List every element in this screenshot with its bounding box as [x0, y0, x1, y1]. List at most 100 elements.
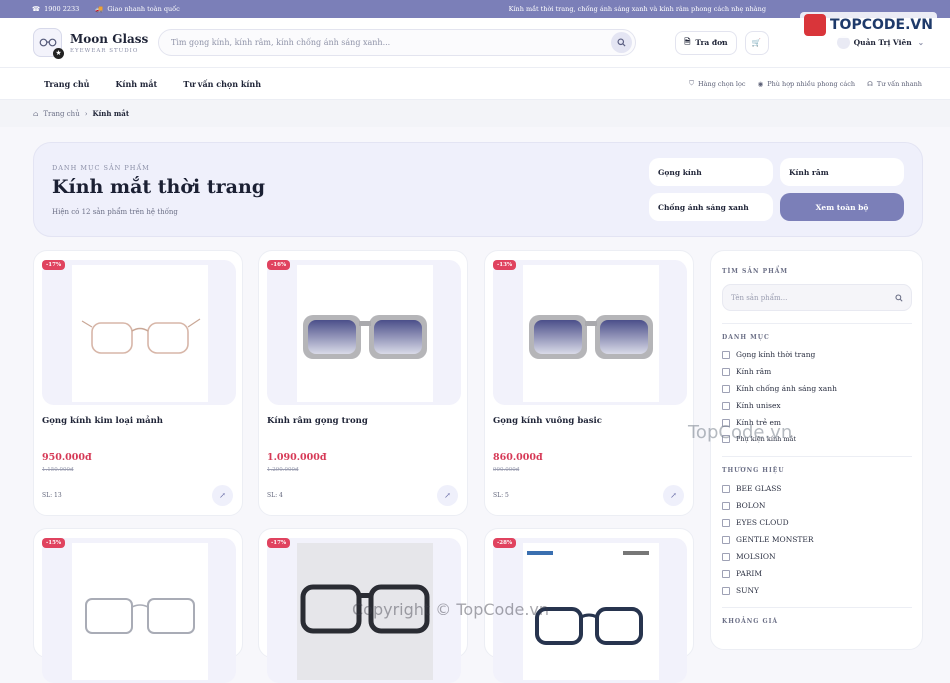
headset-icon: ☊: [867, 79, 873, 88]
filter-bluelight-button[interactable]: Chống ánh sáng xanh: [649, 193, 773, 221]
category-checkbox[interactable]: Kính chống ánh sáng xanh: [722, 384, 837, 393]
nav-item-consult[interactable]: Tư vấn chọn kính: [183, 79, 261, 89]
product-stock: SL: 5: [493, 492, 509, 499]
feature-styles: ◉ Phù hợp nhiều phong cách: [757, 79, 856, 88]
brand-name: Moon Glass: [70, 31, 149, 46]
checkbox[interactable]: [722, 501, 730, 510]
top-tagline: Kính mắt thời trang, chống ánh sáng xanh…: [508, 5, 766, 13]
brand-heading: THƯƠNG HIỆU: [722, 467, 785, 474]
product-price: 1.090.000đ: [267, 452, 327, 463]
banner-eyebrow: DANH MỤC SẢN PHẨM: [52, 164, 150, 172]
category-checkbox[interactable]: Kính râm: [722, 367, 771, 376]
product-old-price: 990.000đ: [493, 467, 520, 473]
brand-checkbox[interactable]: MOLSION: [722, 552, 776, 561]
checkbox[interactable]: [722, 350, 730, 359]
main-nav: Trang chủ Kính mắt Tư vấn chọn kính ⛉ Hàn…: [0, 68, 950, 100]
discount-badge: -17%: [42, 260, 66, 270]
checkbox[interactable]: [722, 535, 730, 544]
open-product-button[interactable]: ↗: [212, 485, 233, 506]
copyright-watermark: Copyright © TopCode.vn: [352, 600, 550, 619]
chevron-right-icon: ›: [84, 109, 88, 118]
filter-sunglasses-button[interactable]: Kính râm: [780, 158, 904, 186]
discount-badge: -28%: [493, 538, 517, 548]
product-card[interactable]: -15%: [33, 528, 243, 683]
category-checkbox[interactable]: Gọng kính thời trang: [722, 350, 815, 359]
open-product-button[interactable]: ↗: [663, 485, 684, 506]
phone-icon: ☎: [32, 5, 41, 13]
nav-item-eyewear[interactable]: Kính mắt: [115, 79, 157, 89]
checkbox[interactable]: [722, 586, 730, 595]
product-image[interactable]: [42, 538, 236, 683]
star-badge-icon: ★: [53, 48, 64, 59]
shield-icon: ⛉: [689, 79, 694, 87]
filter-frames-button[interactable]: Gọng kính: [649, 158, 773, 186]
discount-badge: -17%: [267, 538, 291, 548]
checkbox[interactable]: [722, 552, 730, 561]
product-card[interactable]: -17%: [258, 528, 468, 683]
square-glasses-image: [529, 315, 653, 359]
checkbox[interactable]: [722, 401, 730, 410]
search-button[interactable]: [611, 32, 632, 53]
product-price: 950.000đ: [42, 452, 92, 463]
phone-contact[interactable]: ☎ 1900 2233: [32, 5, 79, 13]
product-name[interactable]: Gọng kính kim loại mảnh: [42, 416, 163, 426]
breadcrumb-home[interactable]: Trang chủ: [43, 110, 79, 118]
page-title: Kính mắt thời trang: [52, 176, 266, 198]
checkbox[interactable]: [722, 367, 730, 376]
product-card[interactable]: -16% Kính râm gọng trong 1.090.000đ 1.29…: [258, 250, 468, 516]
header-search-bar[interactable]: Tìm gọng kính, kính râm, kính chống ánh …: [158, 29, 636, 56]
topcode-logo-icon: [804, 14, 826, 36]
external-link-icon: ↗: [444, 491, 451, 500]
sidebar-search-input[interactable]: Tên sản phẩm...: [722, 284, 912, 311]
search-input[interactable]: Tìm gọng kính, kính râm, kính chống ánh …: [171, 38, 390, 47]
product-image[interactable]: [267, 260, 461, 405]
breadcrumb-current: Kính mắt: [92, 109, 130, 118]
discount-badge: -16%: [267, 260, 291, 270]
shipping-info: 🚚 Giao nhanh toàn quốc: [95, 5, 180, 13]
brand-checkbox[interactable]: EYES CLOUD: [722, 518, 789, 527]
brand-subtitle: EYEWEAR STUDIO: [70, 47, 139, 54]
price-heading: KHOẢNG GIÁ: [722, 618, 779, 625]
search-section-heading: TÌM SẢN PHẨM: [722, 268, 789, 275]
feature-curated: ⛉ Hàng chọn lọc: [689, 79, 746, 88]
checkbox[interactable]: [722, 484, 730, 493]
brand-checkbox[interactable]: GENTLE MONSTER: [722, 535, 814, 544]
user-name: Quản Trị Viên: [853, 38, 912, 47]
product-card[interactable]: -17% Gọng kính kim loại mảnh 950.000đ 1.…: [33, 250, 243, 516]
chevron-down-icon: ⌄: [917, 38, 924, 47]
product-card[interactable]: -13% Gọng kính vuông basic 860.000đ 990.…: [484, 250, 694, 516]
external-link-icon: ↗: [670, 491, 677, 500]
product-old-price: 1.150.000đ: [42, 467, 74, 473]
sunglasses-image: [303, 315, 427, 359]
product-card[interactable]: -28%: [484, 528, 694, 683]
brand-checkbox[interactable]: PARIM: [722, 569, 762, 578]
category-checkbox[interactable]: Kính unisex: [722, 401, 781, 410]
product-count: Hiện có 12 sản phẩm trên hệ thống: [52, 208, 178, 216]
product-image[interactable]: [493, 260, 687, 405]
open-product-button[interactable]: ↗: [437, 485, 458, 506]
brand-checkbox[interactable]: BEE GLASS: [722, 484, 781, 493]
metal-frame-glasses-image: [81, 318, 201, 354]
brand-checkbox[interactable]: BOLON: [722, 501, 766, 510]
nav-item-home[interactable]: Trang chủ: [44, 79, 89, 89]
checkbox[interactable]: [722, 518, 730, 527]
divider: [722, 607, 912, 608]
glasses-logo-icon: ★: [33, 28, 64, 59]
product-stock: SL: 4: [267, 492, 283, 499]
track-order-button[interactable]: 🗎 Tra đơn: [675, 30, 737, 55]
view-all-button[interactable]: Xem toàn bộ: [780, 193, 904, 221]
brand-checkbox[interactable]: SUNY: [722, 586, 759, 595]
product-image[interactable]: [42, 260, 236, 405]
grey-frame-glasses-image: [85, 598, 195, 634]
category-banner: DANH MỤC SẢN PHẨM Kính mắt thời trang Hi…: [33, 142, 923, 237]
product-name[interactable]: Gọng kính vuông basic: [493, 416, 602, 426]
cart-button[interactable]: 🛒: [744, 30, 769, 55]
search-icon: [617, 38, 626, 47]
checkbox[interactable]: [722, 569, 730, 578]
brand-logo[interactable]: ★ Moon Glass EYEWEAR STUDIO: [33, 28, 158, 59]
product-old-price: 1.290.000đ: [267, 467, 299, 473]
receipt-icon: 🗎: [684, 37, 691, 46]
product-stock: SL: 13: [42, 492, 62, 499]
checkbox[interactable]: [722, 384, 730, 393]
product-name[interactable]: Kính râm gọng trong: [267, 416, 368, 426]
